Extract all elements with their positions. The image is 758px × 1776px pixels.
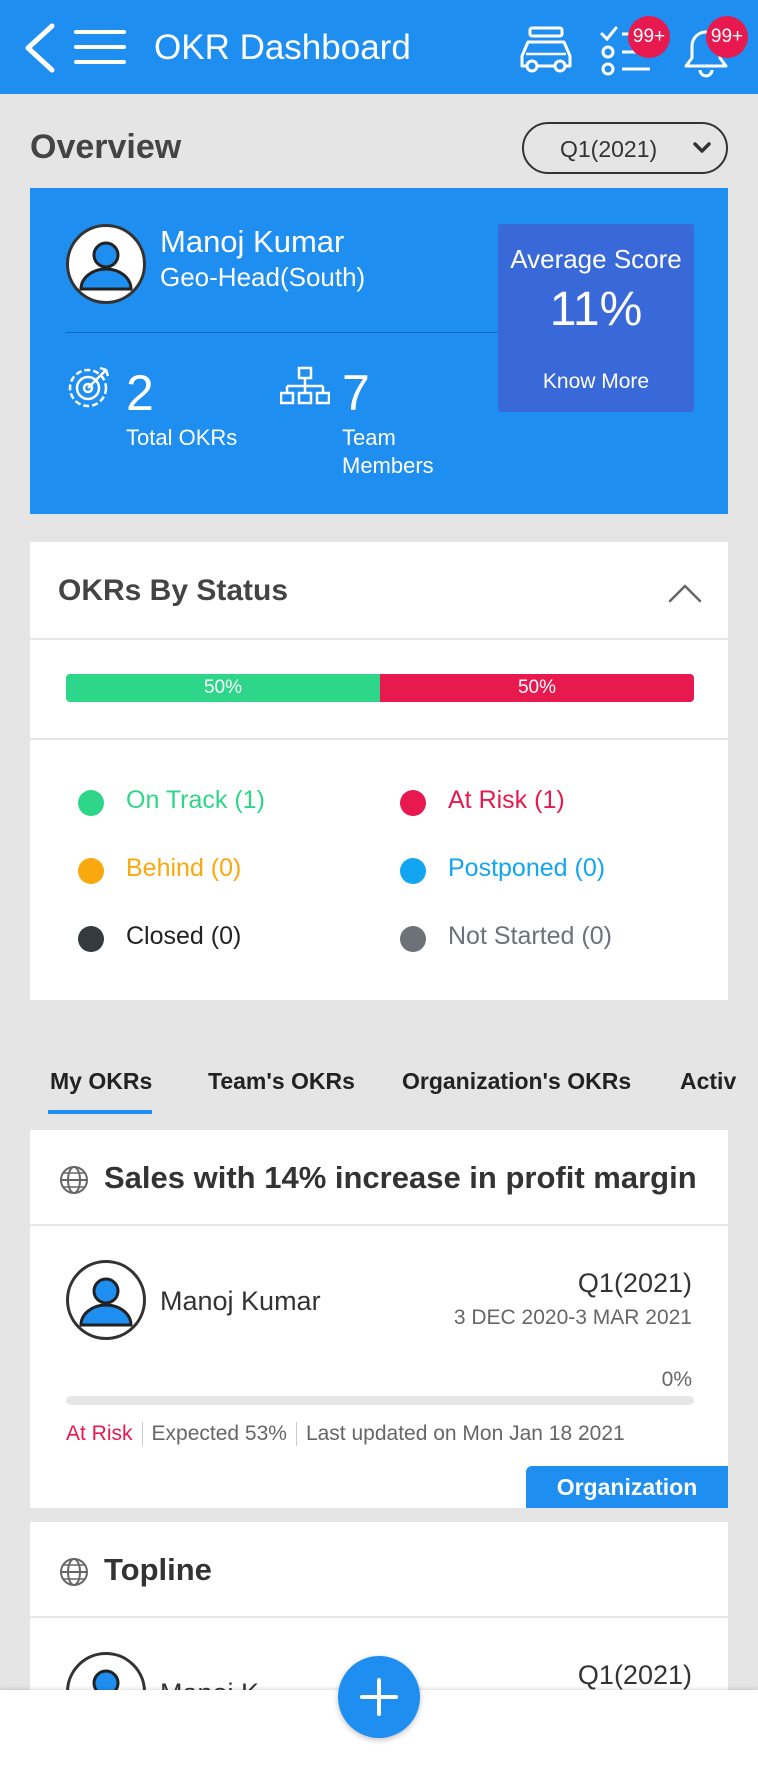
divider <box>30 1224 728 1226</box>
notifications-badge: 99+ <box>706 16 748 58</box>
okr-quarter: Q1(2021) <box>577 1660 692 1690</box>
hamburger-menu-icon[interactable] <box>74 26 126 68</box>
legend-label: On Track (1) <box>126 786 265 814</box>
okr-progress-label: 0% <box>661 1368 692 1391</box>
total-okrs-count: 2 <box>126 365 154 421</box>
okr-scope-badge: Organization <box>526 1466 728 1508</box>
notifications-button[interactable]: 99+ <box>676 16 748 78</box>
quarter-select-value: Q1(2021) <box>560 136 658 162</box>
legend-dot <box>400 926 426 952</box>
profile-card: Manoj Kumar Geo-Head(South) 2 Total OKRs… <box>30 188 728 514</box>
chevron-down-icon <box>693 142 711 153</box>
okr-quarter: Q1(2021) <box>577 1268 692 1298</box>
legend-label: Closed (0) <box>126 922 242 950</box>
avatar <box>66 224 146 304</box>
globe-icon <box>60 1166 88 1194</box>
total-okrs-label: Total OKRs <box>126 425 238 450</box>
app-bar: OKR Dashboard 99+ 99+ <box>0 0 758 94</box>
okr-tabs: My OKRs Team's OKRs Organization's OKRs … <box>0 1060 758 1118</box>
chevron-up-icon[interactable] <box>668 582 702 604</box>
status-bar-segment: 50% <box>66 674 380 702</box>
legend-dot <box>78 858 104 884</box>
okr-last-updated: Last updated on Mon Jan 18 2021 <box>305 1422 625 1445</box>
okr-status: At Risk <box>66 1422 133 1445</box>
legend-dot <box>78 926 104 952</box>
legend-dot <box>400 858 426 884</box>
globe-icon <box>60 1558 88 1586</box>
tab-my-okrs[interactable]: My OKRs <box>50 1068 152 1095</box>
okr-meta: At Risk Expected 53% Last updated on Mon J… <box>66 1422 625 1447</box>
legend-label: Behind (0) <box>126 854 242 882</box>
user-avatar-icon <box>79 1277 133 1327</box>
divider <box>66 332 508 333</box>
active-tab-indicator <box>48 1110 152 1114</box>
legend-dot <box>400 790 426 816</box>
legend-label: Postponed (0) <box>448 854 606 882</box>
target-icon <box>68 366 110 408</box>
know-more-link[interactable]: Know More <box>498 370 694 394</box>
separator <box>141 1422 143 1447</box>
divider <box>30 738 728 740</box>
tab-activity[interactable]: Activ <box>680 1068 736 1095</box>
tab-organizations-okrs[interactable]: Organization's OKRs <box>402 1068 631 1095</box>
user-avatar-icon <box>79 241 133 291</box>
avatar <box>66 1260 146 1340</box>
okr-expected: Expected 53% <box>151 1422 287 1445</box>
separator <box>295 1422 297 1447</box>
legend-dot <box>78 790 104 816</box>
okr-card[interactable]: Sales with 14% increase in profit margin… <box>30 1130 728 1508</box>
okrs-by-status-title: OKRs By Status <box>58 574 289 607</box>
plus-icon <box>360 1678 398 1716</box>
team-members-label: Team Members <box>342 425 434 478</box>
divider <box>30 638 728 640</box>
okr-title: Sales with 14% increase in profit margin <box>104 1160 697 1195</box>
back-arrow-icon[interactable] <box>20 20 60 76</box>
tasks-badge: 99+ <box>628 16 670 58</box>
okr-title: Topline <box>104 1552 212 1587</box>
profile-role: Geo-Head(South) <box>160 262 366 292</box>
profile-name: Manoj Kumar <box>160 224 345 259</box>
team-members-count: 7 <box>342 365 370 421</box>
car-icon[interactable] <box>516 22 576 78</box>
average-score-title: Average Score <box>510 244 682 274</box>
divider <box>30 1616 728 1618</box>
okr-owner: Manoj Kumar <box>160 1286 321 1316</box>
status-progress-bar: 50% 50% <box>66 674 694 702</box>
tab-teams-okrs[interactable]: Team's OKRs <box>208 1068 355 1095</box>
add-okr-button[interactable] <box>338 1656 420 1738</box>
legend-label: Not Started (0) <box>448 922 612 950</box>
status-bar-segment: 50% <box>380 674 694 702</box>
task-list-button[interactable]: 99+ <box>598 16 670 78</box>
average-score-box: Average Score 11% Know More <box>498 224 694 412</box>
legend-label: At Risk (1) <box>448 786 565 814</box>
average-score-value: 11% <box>549 283 643 336</box>
quarter-select[interactable]: Q1(2021) <box>522 122 728 174</box>
org-chart-icon <box>280 366 330 405</box>
app-title: OKR Dashboard <box>154 28 411 67</box>
okr-progress-bar <box>66 1396 694 1405</box>
okr-dates: 3 DEC 2020-3 MAR 2021 <box>453 1306 692 1329</box>
okrs-by-status-card: OKRs By Status 50% 50% On Track (1) At Ri… <box>30 542 728 1000</box>
overview-title: Overview <box>30 128 182 166</box>
